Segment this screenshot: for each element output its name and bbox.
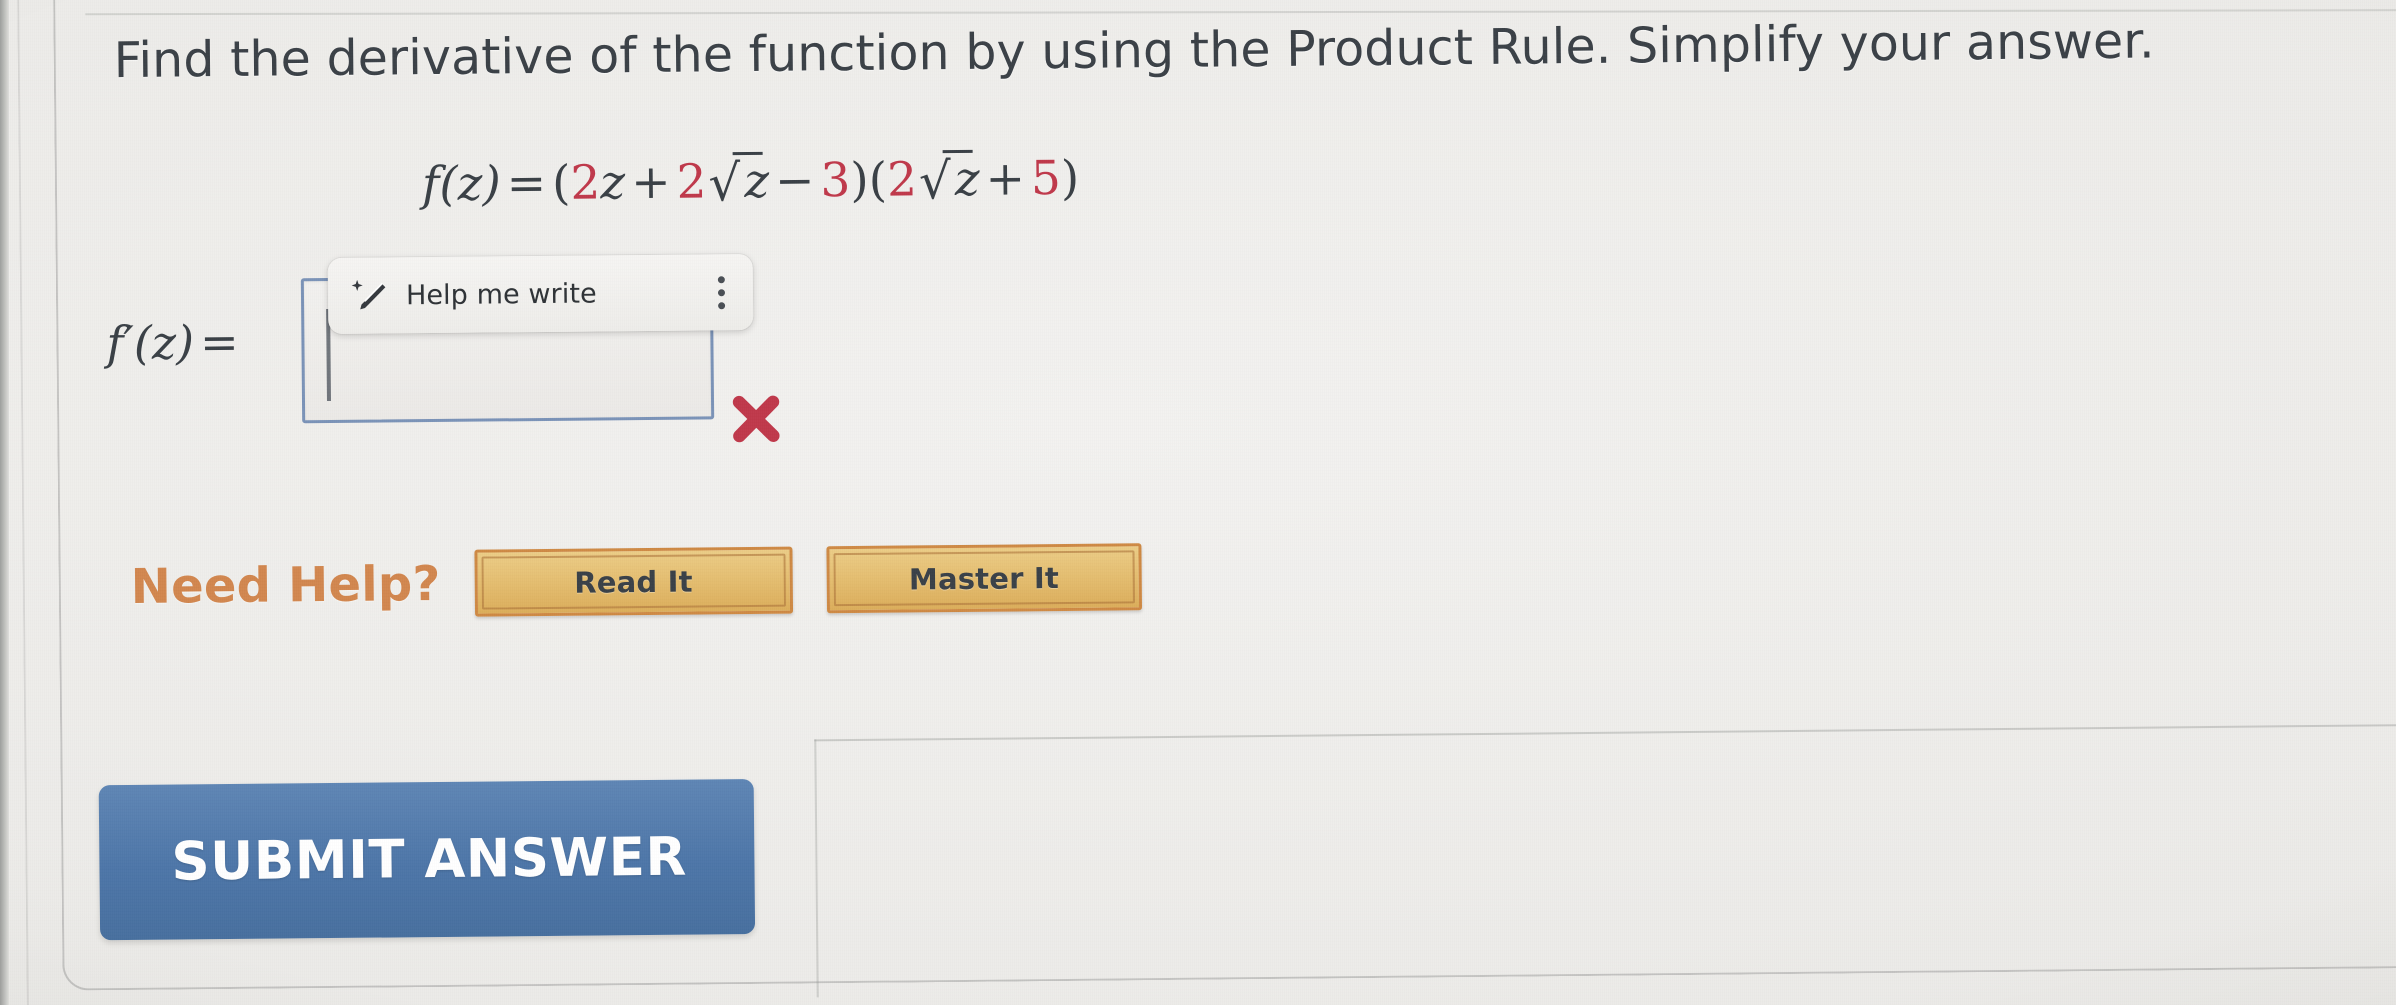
magic-wand-pencil-icon xyxy=(351,279,386,310)
photographed-screen: Find the derivative of the function by u… xyxy=(0,0,2396,1005)
derivative-label: f′(z) xyxy=(106,315,195,371)
help-me-write-chip[interactable]: Help me write xyxy=(327,253,754,335)
x-mark-icon xyxy=(732,395,780,443)
variable-z-1: z xyxy=(600,155,626,211)
submit-answer-button[interactable]: SUBMIT ANSWER xyxy=(98,778,756,941)
radical-2: √ z xyxy=(917,149,980,211)
coefficient-2b: 2 xyxy=(676,154,707,210)
constant-5: 5 xyxy=(1030,151,1062,207)
derivative-equals-sign: = xyxy=(199,314,239,370)
derivative-prompt: f′(z) = xyxy=(106,315,245,370)
master-it-button[interactable]: Master It xyxy=(826,543,1142,614)
page-plane: Find the derivative of the function by u… xyxy=(0,0,2396,1005)
function-definition: f(z) = (2z +2√ z −3)(2√ z +5) xyxy=(421,149,1080,213)
plus-sign-1: + xyxy=(630,154,671,211)
read-it-label: Read It xyxy=(574,564,693,600)
help-me-write-label: Help me write xyxy=(405,277,597,311)
radicand-1: z xyxy=(744,153,770,210)
paren-open-2: ( xyxy=(868,152,888,208)
kebab-dot-2 xyxy=(717,288,725,296)
need-help-label: Need Help? xyxy=(130,555,441,615)
minus-sign-1: − xyxy=(774,153,815,209)
coefficient-2a: 2 xyxy=(570,155,601,211)
radical-sign-icon: √ xyxy=(708,154,741,213)
submit-answer-label: SUBMIT ANSWER xyxy=(171,826,688,893)
radical-sign-icon-2: √ xyxy=(918,152,952,211)
read-it-button[interactable]: Read It xyxy=(474,546,793,617)
kebab-dot-3 xyxy=(717,301,725,309)
need-help-row: Need Help? Read It Master It xyxy=(130,543,1142,620)
radical-overbar-1 xyxy=(732,151,763,156)
screen-bezel-left xyxy=(0,0,9,1005)
plus-sign-2: + xyxy=(985,151,1026,207)
radical-overbar-2 xyxy=(942,149,973,154)
kebab-dot-1 xyxy=(717,275,725,283)
equals-sign: = xyxy=(506,155,547,212)
paren-close-2: ) xyxy=(1060,150,1080,206)
paren-open-1: ( xyxy=(551,155,571,211)
constant-3: 3 xyxy=(820,153,851,209)
master-it-label: Master It xyxy=(908,560,1060,596)
function-label: f(z) xyxy=(421,156,502,213)
radical-1: √ z xyxy=(706,151,770,213)
kebab-menu-icon[interactable] xyxy=(707,273,735,311)
coefficient-2c: 2 xyxy=(886,152,918,208)
radicand-2: z xyxy=(954,151,980,208)
paren-close-1: ) xyxy=(850,152,869,209)
